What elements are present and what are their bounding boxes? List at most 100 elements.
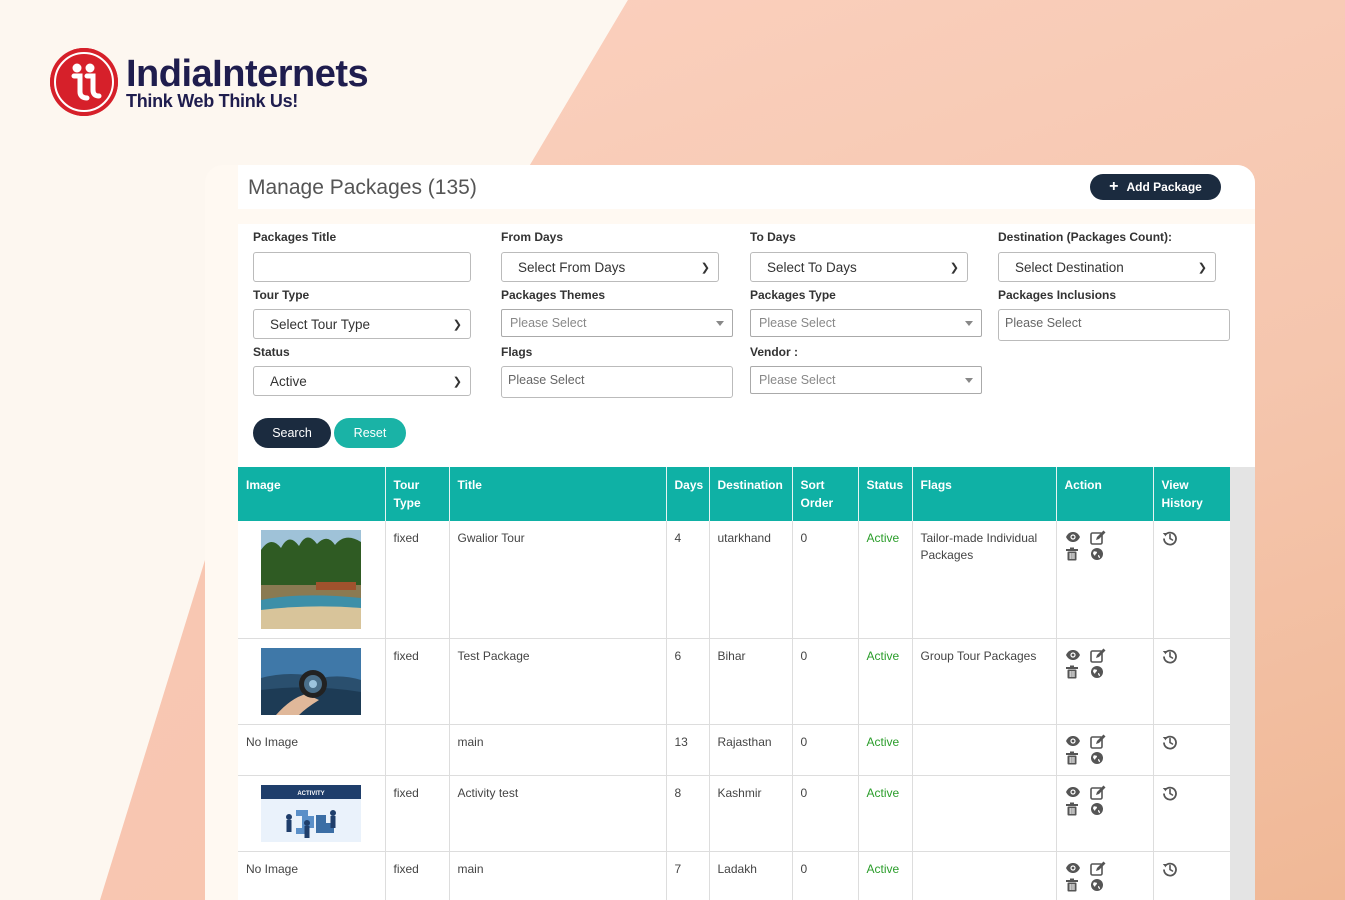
view-history-cell [1153, 521, 1231, 639]
inclusions-tag-input[interactable]: Please Select [998, 309, 1230, 341]
packages-title-label: Packages Title [253, 230, 337, 244]
themes-placeholder: Please Select [510, 316, 587, 330]
tour-type-cell: fixed [385, 638, 450, 725]
vendor-placeholder: Please Select [759, 373, 836, 387]
col-tour-type[interactable]: Tour Type [385, 467, 450, 521]
status-value: Active [270, 373, 307, 389]
eye-icon[interactable] [1065, 861, 1087, 876]
sort-order-cell: 0 [792, 775, 859, 852]
edit-icon[interactable] [1089, 530, 1112, 545]
days-cell: 7 [666, 851, 710, 900]
col-flags[interactable]: Flags [912, 467, 1057, 521]
destination-select[interactable]: Select Destination ❯ [998, 252, 1216, 282]
title-cell: Gwalior Tour [449, 521, 667, 639]
package-image-cell: No Image [238, 724, 386, 776]
edit-icon[interactable] [1089, 861, 1112, 876]
trash-icon[interactable] [1065, 665, 1087, 679]
table-scrollbar[interactable] [1230, 467, 1255, 900]
themes-label: Packages Themes [501, 288, 606, 302]
reset-button[interactable]: Reset [334, 418, 406, 448]
add-package-button[interactable]: + Add Package [1090, 174, 1221, 200]
col-status[interactable]: Status [858, 467, 913, 521]
eye-icon[interactable] [1065, 785, 1087, 800]
vendor-select[interactable]: Please Select [750, 366, 982, 394]
flags-tag-input[interactable]: Please Select [501, 366, 733, 398]
status-cell: Active [858, 775, 913, 852]
sort-order-cell: 0 [792, 521, 859, 639]
package-thumbnail[interactable] [261, 530, 361, 629]
destination-value: Select Destination [1015, 259, 1124, 275]
globe-icon[interactable] [1090, 878, 1112, 892]
eye-icon[interactable] [1065, 530, 1087, 545]
col-title[interactable]: Title [449, 467, 667, 521]
flags-placeholder: Please Select [508, 373, 585, 387]
chevron-down-icon: ❯ [452, 376, 462, 388]
packages-table-wrapper: Image Tour Type Title Days Destination S… [238, 467, 1255, 900]
trash-icon[interactable] [1065, 751, 1087, 765]
globe-icon[interactable] [1090, 665, 1112, 679]
globe-icon[interactable] [1090, 547, 1112, 561]
title-cell: Activity test [449, 775, 667, 852]
package-image-cell [238, 638, 386, 725]
trash-icon[interactable] [1065, 547, 1087, 561]
col-destination[interactable]: Destination [709, 467, 793, 521]
to-days-select[interactable]: Select To Days ❯ [750, 252, 968, 282]
logo-mark-icon [50, 48, 118, 116]
trash-icon[interactable] [1065, 802, 1087, 816]
col-view-history: View History [1153, 467, 1231, 521]
destination-cell: Rajasthan [709, 724, 793, 776]
edit-icon[interactable] [1089, 734, 1112, 749]
history-icon[interactable] [1162, 531, 1178, 549]
tour-type-label: Tour Type [253, 288, 310, 302]
package-thumbnail[interactable] [261, 648, 361, 715]
history-icon[interactable] [1162, 649, 1178, 667]
col-sort-order[interactable]: Sort Order [792, 467, 859, 521]
package-image-cell: No Image [238, 851, 386, 900]
globe-icon[interactable] [1090, 802, 1112, 816]
col-days[interactable]: Days [666, 467, 710, 521]
destination-cell: Ladakh [709, 851, 793, 900]
package-thumbnail[interactable]: ACTIVITY [261, 785, 361, 842]
trash-icon[interactable] [1065, 878, 1087, 892]
title-cell: main [449, 724, 667, 776]
packages-type-select[interactable]: Please Select [750, 309, 982, 337]
tour-type-value: Select Tour Type [270, 316, 371, 332]
action-cell [1056, 638, 1154, 725]
action-cell [1056, 521, 1154, 639]
edit-icon[interactable] [1089, 785, 1112, 800]
package-image-cell: ACTIVITY [238, 775, 386, 852]
to-days-label: To Days [750, 230, 796, 244]
status-cell: Active [858, 851, 913, 900]
packages-type-label: Packages Type [750, 288, 836, 302]
tour-type-cell: fixed [385, 775, 450, 852]
thumbnail-caption: ACTIVITY [297, 791, 324, 797]
table-header-row: Image Tour Type Title Days Destination S… [238, 467, 1231, 521]
from-days-select[interactable]: Select From Days ❯ [501, 252, 719, 282]
status-select[interactable]: Active ❯ [253, 366, 471, 396]
globe-icon[interactable] [1090, 751, 1112, 765]
destination-label: Destination (Packages Count): [998, 230, 1173, 244]
manage-packages-card: Manage Packages (135) + Add Package Pack… [205, 165, 1255, 900]
destination-cell: Bihar [709, 638, 793, 725]
search-button[interactable]: Search [253, 418, 331, 448]
action-cell [1056, 775, 1154, 852]
history-icon[interactable] [1162, 862, 1178, 880]
vendor-label: Vendor : [750, 345, 799, 359]
history-icon[interactable] [1162, 735, 1178, 753]
status-cell: Active [858, 521, 913, 639]
eye-icon[interactable] [1065, 648, 1087, 663]
flags-label: Flags [501, 345, 533, 359]
destination-cell: Kashmir [709, 775, 793, 852]
col-image[interactable]: Image [238, 467, 386, 521]
tour-type-select[interactable]: Select Tour Type ❯ [253, 309, 471, 339]
tour-type-cell: fixed [385, 851, 450, 900]
sort-order-cell: 0 [792, 638, 859, 725]
edit-icon[interactable] [1089, 648, 1112, 663]
flags-cell [912, 724, 1057, 776]
history-icon[interactable] [1162, 786, 1178, 804]
chevron-down-icon: ❯ [452, 319, 462, 331]
themes-select[interactable]: Please Select [501, 309, 733, 337]
packages-title-input[interactable] [253, 252, 471, 282]
caret-down-icon [965, 321, 973, 326]
eye-icon[interactable] [1065, 734, 1087, 749]
